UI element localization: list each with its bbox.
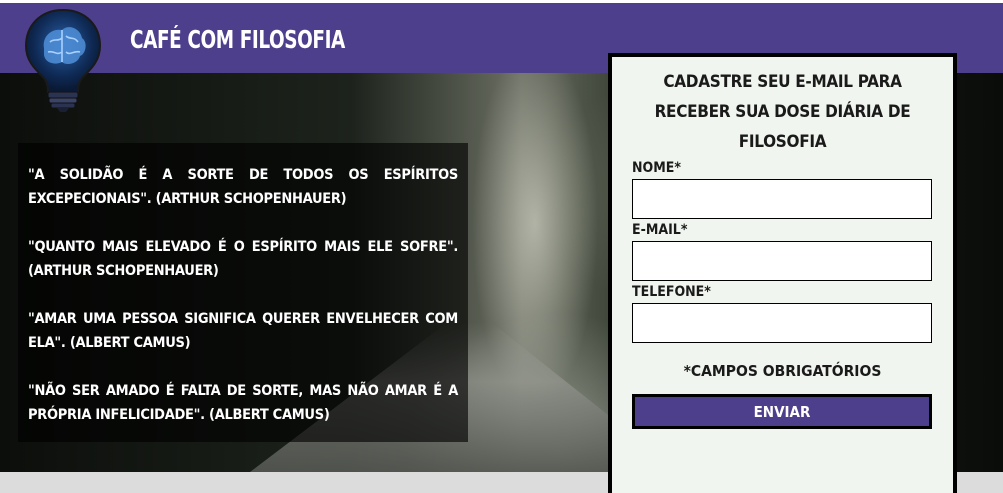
submit-button[interactable]: Enviar	[632, 394, 932, 429]
email-label: E-mail*	[632, 222, 688, 238]
quote-4: "Não ser amado é falta de sorte, mas não…	[28, 383, 458, 423]
signup-form: Cadastre seu e-mail para receber sua dos…	[608, 53, 957, 493]
name-field[interactable]	[632, 179, 932, 219]
name-label: Nome*	[632, 160, 681, 176]
phone-label: Telefone*	[632, 284, 711, 300]
quote-1: "A solidão é a sorte de todos os espírit…	[28, 167, 458, 207]
form-title: Cadastre seu e-mail para receber sua dos…	[654, 72, 911, 152]
lightbulb-brain-icon[interactable]	[22, 8, 104, 112]
required-fields-note: *Campos obrigatórios	[683, 362, 882, 380]
quote-2: "Quanto mais elevado é o espírito mais e…	[28, 239, 458, 279]
site-title: Café com Filosofia	[130, 25, 345, 54]
quote-3: "Amar uma pessoa significa querer envelh…	[28, 311, 458, 351]
email-field[interactable]	[632, 241, 932, 281]
quotes-box: "A solidão é a sorte de todos os espírit…	[18, 143, 468, 442]
phone-field[interactable]	[632, 303, 932, 343]
